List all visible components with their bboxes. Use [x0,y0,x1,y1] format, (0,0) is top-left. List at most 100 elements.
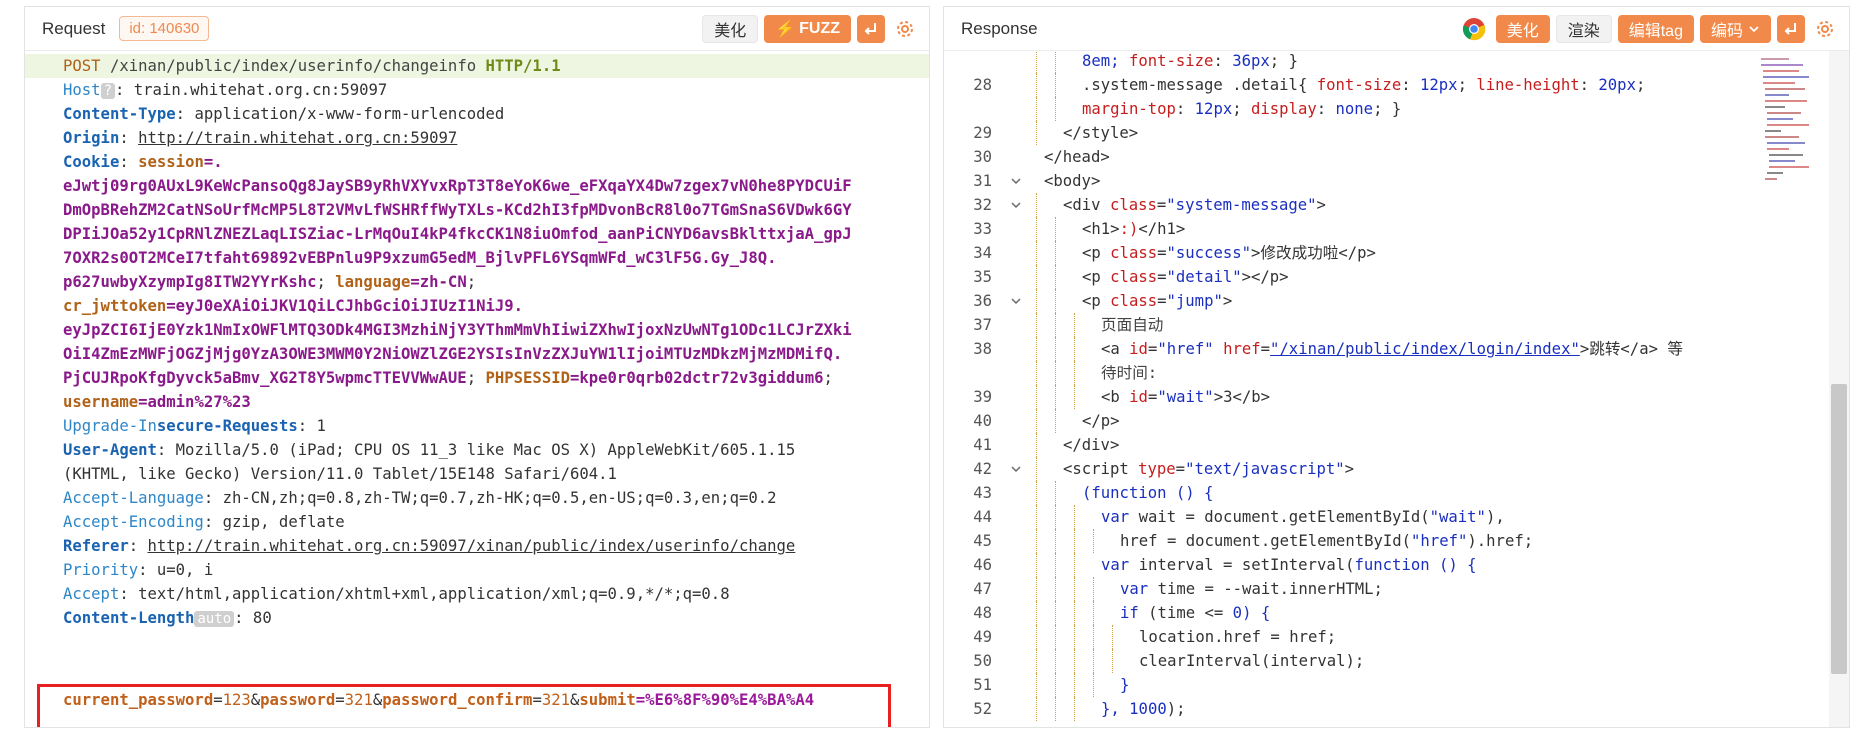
indent-guide [1055,697,1056,721]
code-token: class [1110,244,1158,262]
request-header-line: OiI4ZmEzMWFjOGZjMjg0YzA3OWE3MWM0Y2NiOWZl… [25,342,929,366]
indent-guide [1036,625,1037,649]
request-token: : gzip, deflate [203,513,345,531]
response-scrollbar[interactable] [1829,51,1849,727]
lightning-icon: ⚡ [775,20,796,38]
indent-guide [1093,529,1094,553]
request-token: 7OXR2s0OT2MCeI7tfaht69892vEBPnlu9P9xzumG… [63,249,777,267]
fold-toggle[interactable] [1008,457,1024,481]
code-token: <b [1101,388,1130,406]
code-line: <p class="jump"> [1082,289,1232,313]
code-token: none [1335,100,1374,118]
indent-guide [1036,649,1037,673]
code-token: </div> [1063,436,1120,454]
indent-guide [1055,217,1056,241]
code-token: > [1222,292,1233,310]
code-token: <a [1101,340,1130,358]
line-number [944,51,992,73]
request-header-line: Content-Type: application/x-www-form-url… [25,102,929,126]
request-wrap-button[interactable] [857,14,885,43]
request-id-tag: id: 140630 [119,16,210,41]
indent-guide [1036,697,1037,721]
fold-toggle[interactable] [1008,193,1024,217]
request-token: language [335,273,411,291]
request-line: POST /xinan/public/index/userinfo/change… [25,54,929,78]
indent-guide [1036,265,1037,289]
response-beautify-button[interactable]: 美化 [1495,14,1550,43]
code-line: }, 1000); [1101,697,1186,721]
code-token: 0 [1232,604,1243,622]
code-token: var [1120,580,1158,598]
request-settings-button[interactable] [893,17,917,41]
fold-toggle[interactable] [1008,169,1024,193]
request-token: : application/x-www-form-urlencoded [175,105,505,123]
request-token: =kpe0r0qrb02dctr72v3giddum6 [569,369,824,387]
code-token: >修改成功啦</p> [1251,244,1376,262]
line-number: 35 [973,268,992,286]
code-token: 36px [1232,52,1270,70]
request-token: ; [823,369,833,387]
request-token: =admin%27%23 [138,393,251,411]
request-token: DmOpBRehZM2CatNSoUrfMcMP5L8T2VMvLfWSHRff… [63,201,852,219]
scrollbar-thumb[interactable] [1831,384,1847,674]
code-line: </p> [1082,409,1120,433]
code-token: >3</b> [1213,388,1271,406]
code-line: <body> [1044,169,1100,193]
request-header-line: Accept: text/html,application/xhtml+xml,… [25,582,929,606]
line-number: 51 [973,676,992,694]
encode-dropdown[interactable]: 编码 [1699,14,1771,43]
code-line: var wait = document.getElementById("wait… [1101,505,1505,529]
request-header-line: DmOpBRehZM2CatNSoUrfMcMP5L8T2VMvLfWSHRff… [25,198,929,222]
line-number: 31 [973,172,992,190]
request-token: PHPSESSID [485,369,570,387]
code-token: ) { [1242,604,1271,622]
indent-guide [1036,577,1037,601]
code-token: } [1120,676,1130,694]
line-number: 52 [973,700,992,718]
request-editor[interactable]: current_password=123&password=321&passwo… [25,51,929,727]
chrome-icon[interactable] [1462,17,1486,41]
response-wrap-button[interactable] [1777,14,1805,43]
request-beautify-button[interactable]: 美化 [702,14,759,43]
indent-guide [1074,553,1075,577]
line-number: 45 [973,532,992,550]
request-header-line: Referer: http://train.whitehat.org.cn:59… [25,534,929,558]
code-line: 待时间: [1101,361,1157,385]
code-minimap[interactable] [1759,55,1817,185]
indent-guide [1055,601,1056,625]
indent-guide [1036,121,1037,145]
code-token: "detail" [1166,268,1242,286]
request-header-line: Content-Length auto: 80 [25,606,929,630]
code-token: id [1129,388,1148,406]
request-header-line: DPIiJOa52y1CpRNlZNEZLaqLISZiac-LrMqOuI4k… [25,222,929,246]
code-line: <h1>:)</h1> [1082,217,1185,241]
request-header-line: (KHTML, like Gecko) Version/11.0 Tablet/… [25,462,929,486]
body-token: = [532,691,542,709]
code-token: ></p> [1241,268,1289,286]
indent-guide [1055,409,1056,433]
request-token: Accept-Language [63,489,204,507]
fuzz-button[interactable]: ⚡ FUZZ [764,14,851,43]
code-line: 8em; font-size: 36px; } [1082,51,1298,73]
render-button[interactable]: 渲染 [1555,14,1612,43]
fold-toggle[interactable] [1008,289,1024,313]
line-number: 28 [973,76,992,94]
request-header-line: User-Agent: Mozilla/5.0 (iPad; CPU OS 11… [25,438,929,462]
response-settings-button[interactable] [1813,17,1837,41]
request-token: eJwtj09rg0AUxL9KeWcPansoQg8JaySB9yRhVXYv… [63,177,852,195]
indent-guide [1036,241,1037,265]
code-token: location.href = href; [1139,628,1337,646]
line-number: 48 [973,604,992,622]
body-token: current_password [63,691,214,709]
body-token: =%E6%8F%90%E4%BA%A4 [635,691,815,709]
request-header: Request id: 140630 美化 ⚡ FUZZ [25,7,929,51]
indent-guide [1074,625,1075,649]
request-token: Priority [63,561,139,579]
fuzz-label: FUZZ [799,19,840,37]
request-token: : u=0, i [138,561,214,579]
edit-tag-button[interactable]: 编辑tag [1617,14,1694,43]
indent-guide [1074,601,1075,625]
indent-guide [1036,481,1037,505]
response-editor[interactable]: 8em; font-size: 36px; } 28 .system-message… [944,51,1849,727]
request-token: HTTP/1.1 [485,57,561,75]
